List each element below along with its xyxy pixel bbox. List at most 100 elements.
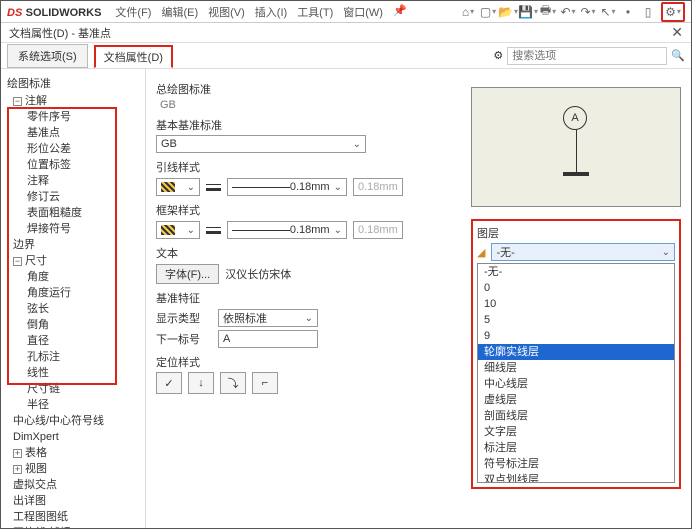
layer-item[interactable]: 9 bbox=[478, 328, 674, 344]
layer-item[interactable]: 双点划线层 bbox=[478, 472, 674, 483]
open-icon[interactable]: 📂 bbox=[501, 5, 515, 19]
tree-weld[interactable]: 焊接符号 bbox=[3, 221, 143, 237]
search-gear-icon: ⚙ bbox=[493, 49, 503, 62]
tree-linear[interactable]: 线性 bbox=[3, 365, 143, 381]
layer-item[interactable]: 符号标注层 bbox=[478, 456, 674, 472]
loc-style-3[interactable]: ⤵ bbox=[220, 372, 246, 394]
layer-icon: ◢ bbox=[477, 246, 485, 259]
tree-grid[interactable]: 网格线/捕捉 bbox=[3, 525, 143, 528]
tree-hole[interactable]: 孔标注 bbox=[3, 349, 143, 365]
menu-view[interactable]: 视图(V) bbox=[208, 4, 245, 20]
tab-doc-properties[interactable]: 文档属性(D) bbox=[94, 45, 173, 68]
select-icon[interactable]: ↖ bbox=[601, 5, 615, 19]
tab-system-options[interactable]: 系统选项(S) bbox=[7, 44, 88, 68]
leader-value-input[interactable]: 0.18mm bbox=[353, 178, 403, 196]
loc-style-2[interactable]: ↓ bbox=[188, 372, 214, 394]
tree-datum[interactable]: 基准点 bbox=[3, 125, 143, 141]
frame-line-select[interactable]: 0.18mm bbox=[227, 221, 347, 239]
layer-item[interactable]: 细线层 bbox=[478, 360, 674, 376]
frame-value-input[interactable]: 0.18mm bbox=[353, 221, 403, 239]
expand-icon[interactable]: + bbox=[13, 465, 22, 474]
menu-window[interactable]: 窗口(W) bbox=[343, 4, 383, 20]
layer-item[interactable]: 轮廓实线层 bbox=[478, 344, 674, 360]
layer-dropdown-list: -无-01059轮廓实线层细线层中心线层虚线层剖面线层文字层标注层符号标注层双点… bbox=[477, 263, 675, 483]
layer-item[interactable]: -无- bbox=[478, 264, 674, 280]
datum-symbol: A bbox=[563, 106, 589, 176]
app-name: SOLIDWORKS bbox=[26, 7, 102, 19]
dot-icon[interactable]: • bbox=[621, 5, 635, 19]
undo-icon[interactable]: ↶ bbox=[561, 5, 575, 19]
tree-loclabel[interactable]: 位置标签 bbox=[3, 157, 143, 173]
basic-select[interactable]: GB bbox=[156, 135, 366, 153]
menu-tools[interactable]: 工具(T) bbox=[297, 4, 333, 20]
layer-panel: 图层 ◢ -无- -无-01059轮廓实线层细线层中心线层虚线层剖面线层文字层标… bbox=[471, 219, 681, 489]
close-icon[interactable]: ✕ bbox=[671, 24, 683, 41]
search-input[interactable] bbox=[507, 47, 667, 65]
main-menu: 文件(F) 编辑(E) 视图(V) 插入(I) 工具(T) 窗口(W) 📌 bbox=[115, 4, 406, 20]
tree-balloon[interactable]: 零件序号 bbox=[3, 109, 143, 125]
loc-style-4[interactable]: ⌐ bbox=[252, 372, 278, 394]
hatch-icon bbox=[161, 225, 175, 235]
menu-pin-icon[interactable]: 📌 bbox=[393, 4, 407, 20]
redo-icon[interactable]: ↷ bbox=[581, 5, 595, 19]
layer-title: 图层 bbox=[477, 225, 675, 241]
tree-chamfer[interactable]: 倒角 bbox=[3, 317, 143, 333]
leader-style-select[interactable] bbox=[156, 178, 200, 196]
logo-icon: DS bbox=[7, 7, 22, 19]
layer-item[interactable]: 标注层 bbox=[478, 440, 674, 456]
display-select[interactable]: 依照标准 bbox=[218, 309, 318, 327]
leader-line-select[interactable]: 0.18mm bbox=[227, 178, 347, 196]
tree-note[interactable]: 注释 bbox=[3, 173, 143, 189]
menu-insert[interactable]: 插入(I) bbox=[255, 4, 287, 20]
side-title: 绘图标准 bbox=[3, 73, 143, 93]
expand-icon[interactable]: + bbox=[13, 449, 22, 458]
collapse-icon[interactable]: − bbox=[13, 97, 22, 106]
menu-file[interactable]: 文件(F) bbox=[115, 4, 151, 20]
thickness-icon bbox=[206, 182, 221, 192]
tree-centerline[interactable]: 中心线/中心符号线 bbox=[3, 413, 143, 429]
menu-edit[interactable]: 编辑(E) bbox=[161, 4, 198, 20]
tree-chain[interactable]: 尺寸链 bbox=[3, 381, 143, 397]
tree-annot[interactable]: −注解 bbox=[3, 93, 143, 109]
tree-sheet[interactable]: 工程图图纸 bbox=[3, 509, 143, 525]
tree-dimxpert[interactable]: DimXpert bbox=[3, 429, 143, 445]
tree-gtol[interactable]: 形位公差 bbox=[3, 141, 143, 157]
tree-chord[interactable]: 弦长 bbox=[3, 301, 143, 317]
layer-item[interactable]: 中心线层 bbox=[478, 376, 674, 392]
layer-item[interactable]: 剖面线层 bbox=[478, 408, 674, 424]
font-name: 汉仪长仿宋体 bbox=[225, 266, 291, 282]
gear-icon[interactable]: ⚙ bbox=[666, 5, 680, 19]
search-icon[interactable]: 🔍 bbox=[671, 49, 685, 62]
tree-surface[interactable]: 表面粗糙度 bbox=[3, 205, 143, 221]
tree-dim[interactable]: −尺寸 bbox=[3, 253, 143, 269]
tree-diameter[interactable]: 直径 bbox=[3, 333, 143, 349]
tree-detailing[interactable]: 出详图 bbox=[3, 493, 143, 509]
next-input[interactable]: A bbox=[218, 330, 318, 348]
tree-views[interactable]: +视图 bbox=[3, 461, 143, 477]
tree-tables[interactable]: +表格 bbox=[3, 445, 143, 461]
tree-angle[interactable]: 角度 bbox=[3, 269, 143, 285]
layer-item[interactable]: 10 bbox=[478, 296, 674, 312]
dialog-title: 文档属性(D) - 基准点 bbox=[9, 25, 111, 41]
tree-anglerun[interactable]: 角度运行 bbox=[3, 285, 143, 301]
font-button[interactable]: 字体(F)... bbox=[156, 264, 219, 284]
layer-item[interactable]: 5 bbox=[478, 312, 674, 328]
layer-select[interactable]: -无- bbox=[491, 243, 675, 261]
layer-item[interactable]: 文字层 bbox=[478, 424, 674, 440]
layer-item[interactable]: 0 bbox=[478, 280, 674, 296]
layer-item[interactable]: 虚线层 bbox=[478, 392, 674, 408]
panel-icon[interactable]: ▯ bbox=[641, 5, 655, 19]
tree-virtual[interactable]: 虚拟交点 bbox=[3, 477, 143, 493]
loc-style-1[interactable]: ✓ bbox=[156, 372, 182, 394]
tree-radius[interactable]: 半径 bbox=[3, 397, 143, 413]
save-icon[interactable]: 💾 bbox=[521, 5, 535, 19]
datum-letter: A bbox=[571, 112, 578, 124]
settings-highlight: ⚙ bbox=[661, 2, 685, 22]
tree-border[interactable]: 边界 bbox=[3, 237, 143, 253]
home-icon[interactable]: ⌂ bbox=[461, 5, 475, 19]
collapse-icon[interactable]: − bbox=[13, 257, 22, 266]
tree-revcloud[interactable]: 修订云 bbox=[3, 189, 143, 205]
frame-style-select[interactable] bbox=[156, 221, 200, 239]
print-icon[interactable]: 🖶 bbox=[541, 5, 555, 19]
new-icon[interactable]: ▢ bbox=[481, 5, 495, 19]
